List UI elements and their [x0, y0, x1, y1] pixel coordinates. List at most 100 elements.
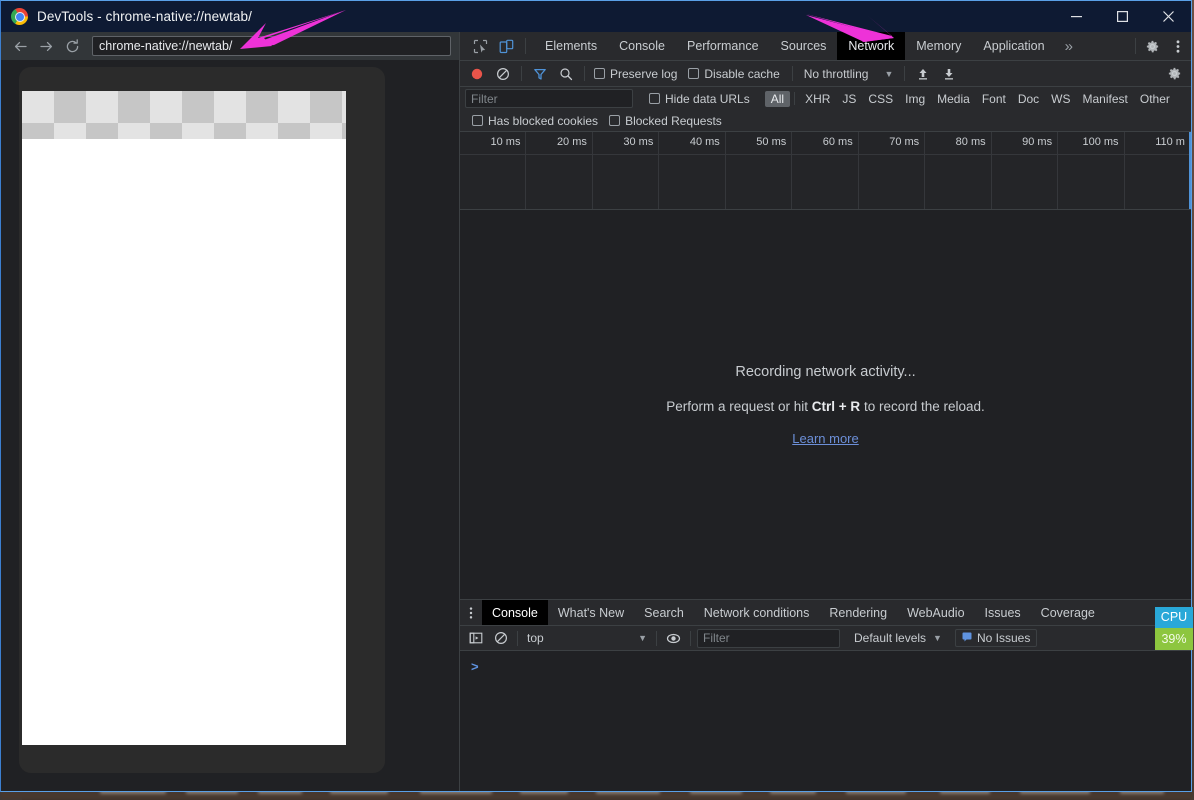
main-menu-kebab-icon[interactable]: [1165, 32, 1191, 60]
timeline-tick-label: 90 ms: [1022, 136, 1053, 148]
drawer-tab-label: Coverage: [1040, 605, 1095, 620]
more-tabs-button[interactable]: »: [1056, 32, 1082, 60]
filter-type-media[interactable]: Media: [931, 91, 976, 107]
import-har-icon[interactable]: [910, 63, 936, 85]
filter-type-ws[interactable]: WS: [1045, 91, 1076, 107]
hint-shortcut: Ctrl + R: [811, 398, 861, 414]
filter-type-divider: [794, 92, 796, 105]
chevron-down-icon: ▼: [638, 633, 647, 643]
has-blocked-cookies-label: Has blocked cookies: [488, 113, 599, 128]
filter-type-xhr[interactable]: XHR: [799, 91, 836, 107]
tab-memory[interactable]: Memory: [905, 32, 972, 60]
filter-type-font[interactable]: Font: [976, 91, 1012, 107]
minimize-button[interactable]: [1053, 1, 1099, 32]
javascript-context-select[interactable]: top ▼: [522, 629, 652, 648]
search-icon[interactable]: [553, 63, 579, 85]
resource-type-filters: All XHR JS CSS Img Media Font Doc WS Man…: [764, 90, 1176, 107]
timeline-tick-label: 50 ms: [756, 136, 787, 148]
network-overview-timeline[interactable]: 10 ms 20 ms 30 ms 40 ms 50 ms 60 ms 70 m…: [460, 132, 1191, 210]
preserve-log-label: Preserve log: [610, 66, 678, 81]
url-text: chrome-native://newtab/: [99, 39, 233, 53]
filter-type-manifest[interactable]: Manifest: [1077, 91, 1134, 107]
console-sidebar-icon[interactable]: [463, 628, 488, 649]
console-filter-input[interactable]: Filter: [697, 628, 840, 648]
hide-data-urls-checkbox[interactable]: Hide data URLs: [645, 92, 757, 106]
funnel-filter-icon[interactable]: [527, 63, 553, 85]
blocked-requests-label: Blocked Requests: [625, 113, 722, 128]
back-arrow-icon[interactable]: [7, 34, 33, 58]
drawer-tab-console[interactable]: Console: [482, 600, 548, 625]
url-bar[interactable]: chrome-native://newtab/: [92, 36, 451, 56]
console-prompt[interactable]: >: [460, 657, 1191, 675]
drawer-tab-webaudio[interactable]: WebAudio: [897, 600, 974, 625]
learn-more-link[interactable]: Learn more: [792, 431, 858, 446]
transparency-checkerboard: [22, 91, 346, 139]
clear-icon[interactable]: [490, 63, 516, 85]
tab-sources[interactable]: Sources: [770, 32, 838, 60]
timeline-ruler: 10 ms 20 ms 30 ms 40 ms 50 ms 60 ms 70 m…: [460, 132, 1191, 209]
timeline-segment: 60 ms: [792, 132, 859, 209]
filter-type-img[interactable]: Img: [899, 91, 931, 107]
device-toolbar-icon[interactable]: [493, 32, 519, 60]
filter-type-js[interactable]: JS: [836, 91, 862, 107]
tab-application[interactable]: Application: [972, 32, 1055, 60]
devtools-drawer: Console What's New Search Network condit…: [460, 599, 1191, 791]
drawer-tab-coverage[interactable]: Coverage: [1031, 600, 1105, 625]
console-message-area[interactable]: >: [460, 651, 1191, 791]
filter-type-other[interactable]: Other: [1134, 91, 1176, 107]
toolbar-divider-2: [584, 66, 585, 81]
export-har-icon[interactable]: [936, 63, 962, 85]
filter-type-css[interactable]: CSS: [862, 91, 899, 107]
drawer-tab-whats-new[interactable]: What's New: [548, 600, 634, 625]
forward-arrow-icon[interactable]: [33, 34, 59, 58]
tabbar-divider: [525, 38, 526, 54]
disable-cache-checkbox[interactable]: Disable cache: [684, 67, 786, 81]
reload-icon[interactable]: [59, 34, 85, 58]
drawer-tab-network-conditions[interactable]: Network conditions: [694, 600, 820, 625]
inspect-element-icon[interactable]: [467, 32, 493, 60]
live-expression-eye-icon[interactable]: [661, 628, 686, 649]
devtools-panel: Elements Console Performance Sources Net…: [459, 32, 1191, 791]
drawer-tab-issues[interactable]: Issues: [975, 600, 1031, 625]
has-blocked-cookies-checkbox[interactable]: Has blocked cookies: [468, 114, 605, 128]
tab-network[interactable]: Network: [837, 32, 906, 60]
close-button[interactable]: [1145, 1, 1191, 32]
timeline-segment: 110 m: [1125, 132, 1191, 209]
drawer-tab-search[interactable]: Search: [634, 600, 694, 625]
drawer-kebab-menu-icon[interactable]: [460, 600, 482, 625]
issues-label: No Issues: [976, 631, 1031, 645]
gear-icon[interactable]: [1139, 32, 1165, 60]
console-divider-2: [656, 630, 657, 646]
timeline-segment: 50 ms: [726, 132, 793, 209]
timeline-tick-label: 10 ms: [490, 136, 521, 148]
devtools-window: DevTools - chrome-native://newtab/ chrom…: [0, 0, 1192, 792]
record-button-icon[interactable]: [464, 63, 490, 85]
network-filter-input[interactable]: Filter: [465, 89, 633, 108]
timeline-segment: 80 ms: [925, 132, 992, 209]
window-body: chrome-native://newtab/ Elements Console…: [1, 32, 1191, 791]
maximize-button[interactable]: [1099, 1, 1145, 32]
drawer-tab-label: Rendering: [829, 605, 888, 620]
device-screen[interactable]: [22, 91, 346, 745]
filter-type-all[interactable]: All: [764, 90, 791, 107]
issues-badge[interactable]: No Issues: [954, 629, 1038, 647]
network-settings-gear-icon[interactable]: [1161, 63, 1187, 85]
timeline-segment: 40 ms: [659, 132, 726, 209]
tab-label: Application: [983, 39, 1045, 53]
prompt-chevron-icon: >: [471, 658, 479, 674]
throttling-select[interactable]: No throttling ▼: [798, 67, 900, 81]
drawer-tab-label: Issues: [984, 605, 1021, 620]
tab-console[interactable]: Console: [608, 32, 676, 60]
blocked-requests-checkbox[interactable]: Blocked Requests: [605, 114, 729, 128]
preserve-log-checkbox[interactable]: Preserve log: [590, 67, 684, 81]
tab-elements[interactable]: Elements: [534, 32, 608, 60]
timeline-segment: 20 ms: [526, 132, 593, 209]
clear-console-icon[interactable]: [488, 628, 513, 649]
tab-performance[interactable]: Performance: [676, 32, 770, 60]
drawer-tab-rendering[interactable]: Rendering: [819, 600, 897, 625]
log-levels-select[interactable]: Default levels ▼: [854, 631, 942, 645]
chevron-down-icon: ▼: [884, 68, 894, 79]
timeline-tick-label: 20 ms: [556, 136, 587, 148]
filter-type-doc[interactable]: Doc: [1012, 91, 1045, 107]
chevron-down-icon: ▼: [933, 633, 942, 643]
